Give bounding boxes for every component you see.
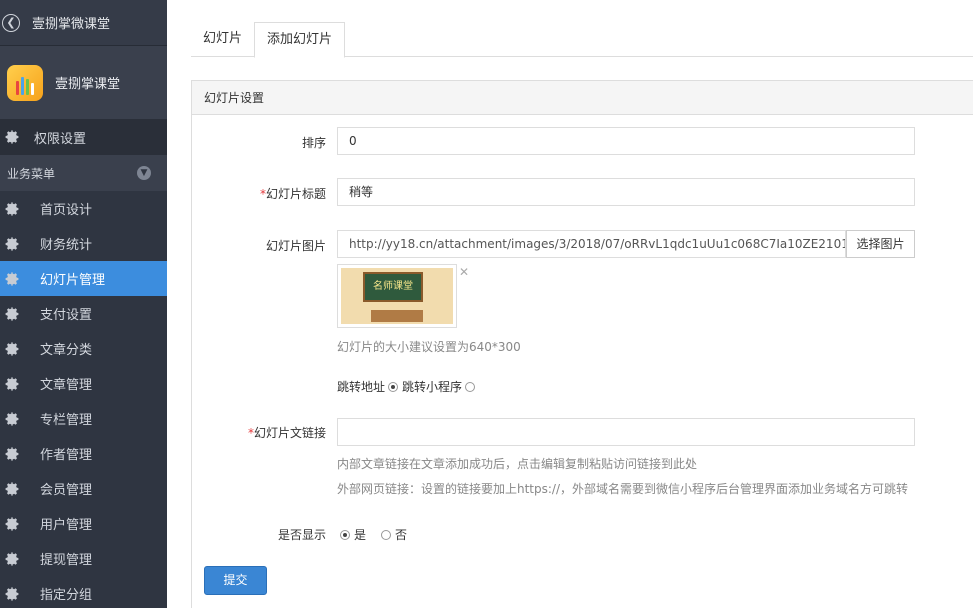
sidebar-item[interactable]: 首页设计	[0, 191, 167, 226]
tab-add-slide[interactable]: 添加幻灯片	[254, 22, 346, 58]
jump-url-label: 跳转地址	[337, 380, 386, 394]
gear-icon	[5, 306, 19, 321]
panel-title: 幻灯片设置	[192, 81, 973, 115]
gear-icon	[5, 551, 19, 566]
back-icon[interactable]: ❮	[2, 13, 20, 32]
choose-image-button[interactable]: 选择图片	[846, 230, 915, 258]
sidebar: ❮ 壹捌掌微课堂 壹捌掌课堂 权限设置 业务菜单 ▼ 首页设计财务统计幻灯片管理…	[0, 0, 167, 608]
brand: 壹捌掌课堂	[0, 46, 167, 119]
gear-icon	[5, 376, 19, 391]
sidebar-item-label: 幻灯片管理	[40, 273, 106, 288]
sidebar-item[interactable]: 支付设置	[0, 296, 167, 331]
sidebar-item-label: 权限设置	[34, 131, 87, 147]
main-content: 幻灯片 添加幻灯片 幻灯片设置 排序 0 *幻灯片标题 稍等 幻灯片图片 htt…	[167, 0, 973, 608]
gear-icon	[5, 586, 19, 601]
sidebar-item-label: 作者管理	[40, 448, 93, 463]
link-help-external: 外部网页链接：设置的链接要加上https://，外部域名需要到微信小程序后台管理…	[337, 482, 909, 496]
jump-miniprogram-radio[interactable]	[465, 381, 476, 392]
show-radio-group: 是 否	[337, 526, 407, 543]
show-yes-label: 是	[354, 528, 367, 542]
gear-icon	[5, 201, 19, 216]
sidebar-item-label: 文章管理	[40, 378, 93, 393]
sidebar-item[interactable]: 财务统计	[0, 226, 167, 261]
brand-name: 壹捌掌课堂	[55, 77, 121, 92]
sidebar-item-label: 支付设置	[40, 308, 93, 323]
show-label: 是否显示	[277, 528, 326, 542]
close-icon[interactable]: ✕	[459, 265, 469, 279]
slide-settings-panel: 幻灯片设置 排序 0 *幻灯片标题 稍等 幻灯片图片 http://yy18.c…	[191, 80, 973, 608]
sidebar-item-label: 专栏管理	[40, 413, 93, 428]
gear-icon	[5, 271, 19, 286]
gear-icon	[5, 446, 19, 461]
gear-icon	[5, 481, 19, 496]
sidebar-item-label: 财务统计	[40, 238, 93, 253]
submit-button[interactable]: 提交	[204, 566, 267, 595]
sidebar-item[interactable]: 作者管理	[0, 436, 167, 471]
sidebar-item[interactable]: 专栏管理	[0, 401, 167, 436]
sidebar-item[interactable]: 文章管理	[0, 366, 167, 401]
sidebar-header[interactable]: ❮ 壹捌掌微课堂	[0, 0, 167, 46]
app-title: 壹捌掌微课堂	[32, 17, 111, 32]
sidebar-group-label: 业务菜单	[7, 166, 56, 181]
sidebar-item[interactable]: 指定分组	[0, 576, 167, 608]
jump-type-group: 跳转地址 跳转小程序	[337, 378, 479, 395]
sidebar-item[interactable]: 文章分类	[0, 331, 167, 366]
show-no-label: 否	[395, 528, 408, 542]
order-input[interactable]: 0	[337, 127, 915, 155]
app-logo-icon	[7, 64, 43, 101]
sidebar-item-label: 提现管理	[40, 553, 93, 568]
sidebar-item-label: 指定分组	[40, 588, 93, 603]
show-no-radio[interactable]	[381, 529, 392, 540]
gear-icon	[5, 516, 19, 531]
show-yes-radio[interactable]	[340, 529, 350, 540]
image-url-input[interactable]: http://yy18.cn/attachment/images/3/2018/…	[337, 230, 846, 258]
title-label: *幻灯片标题	[259, 187, 326, 201]
sidebar-item-label: 用户管理	[40, 518, 93, 533]
thumbnail-board: 名师课堂	[363, 272, 423, 302]
order-label: 排序	[301, 136, 326, 150]
image-label: 幻灯片图片	[265, 239, 326, 253]
tab-bar: 幻灯片 添加幻灯片	[191, 22, 973, 58]
sidebar-item[interactable]: 提现管理	[0, 541, 167, 576]
gear-icon	[5, 236, 19, 251]
sidebar-item[interactable]: 幻灯片管理	[0, 261, 167, 296]
link-label: *幻灯片文链接	[247, 426, 326, 440]
sidebar-item-label: 文章分类	[40, 343, 93, 358]
gear-icon	[5, 411, 19, 426]
chevron-down-icon[interactable]: ▼	[137, 166, 151, 180]
sidebar-item[interactable]: 会员管理	[0, 471, 167, 506]
gear-icon	[5, 341, 19, 356]
size-hint: 幻灯片的大小建议设置为640*300	[337, 340, 521, 354]
sidebar-item[interactable]: 用户管理	[0, 506, 167, 541]
gear-icon	[5, 130, 19, 144]
jump-miniprogram-label: 跳转小程序	[402, 380, 463, 394]
link-input[interactable]	[337, 418, 915, 446]
thumbnail-desk	[371, 310, 423, 322]
sidebar-group-business[interactable]: 业务菜单 ▼	[0, 155, 167, 191]
jump-url-radio[interactable]	[388, 381, 399, 392]
sidebar-item-permissions[interactable]: 权限设置	[0, 119, 167, 155]
tab-slides[interactable]: 幻灯片	[191, 22, 254, 57]
sidebar-item-label: 首页设计	[40, 203, 93, 218]
image-thumbnail: 名师课堂	[337, 264, 457, 328]
title-input[interactable]: 稍等	[337, 178, 915, 206]
sidebar-item-label: 会员管理	[40, 483, 93, 498]
link-help-internal: 内部文章链接在文章添加成功后，点击编辑复制粘贴访问链接到此处	[337, 457, 698, 471]
